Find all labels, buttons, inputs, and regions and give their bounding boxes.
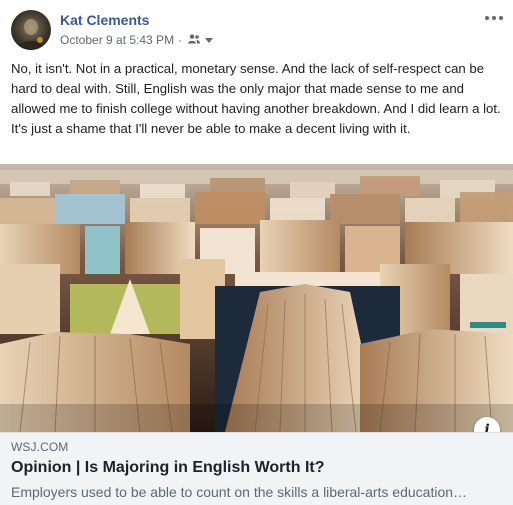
link-description: Employers used to be able to count on th… <box>11 484 468 500</box>
caret-down-icon[interactable] <box>205 33 214 47</box>
link-preview-details[interactable]: WSJ.COM Opinion | Is Majoring in English… <box>0 432 513 505</box>
author-avatar[interactable] <box>11 10 51 50</box>
link-preview-image[interactable] <box>0 164 513 432</box>
friends-icon <box>188 33 201 47</box>
post-body-text: No, it isn't. Not in a practical, moneta… <box>11 61 501 136</box>
meta-separator: · <box>178 33 183 47</box>
post-meta: October 9 at 5:43 PM · <box>60 33 214 47</box>
author-name[interactable]: Kat Clements <box>60 12 149 28</box>
more-options-icon[interactable] <box>484 10 504 26</box>
link-domain: WSJ.COM <box>11 440 69 454</box>
facebook-post: Kat Clements October 9 at 5:43 PM · No, … <box>0 0 513 505</box>
post-timestamp[interactable]: October 9 at 5:43 PM <box>60 33 174 47</box>
link-title[interactable]: Opinion | Is Majoring in English Worth I… <box>11 459 325 477</box>
